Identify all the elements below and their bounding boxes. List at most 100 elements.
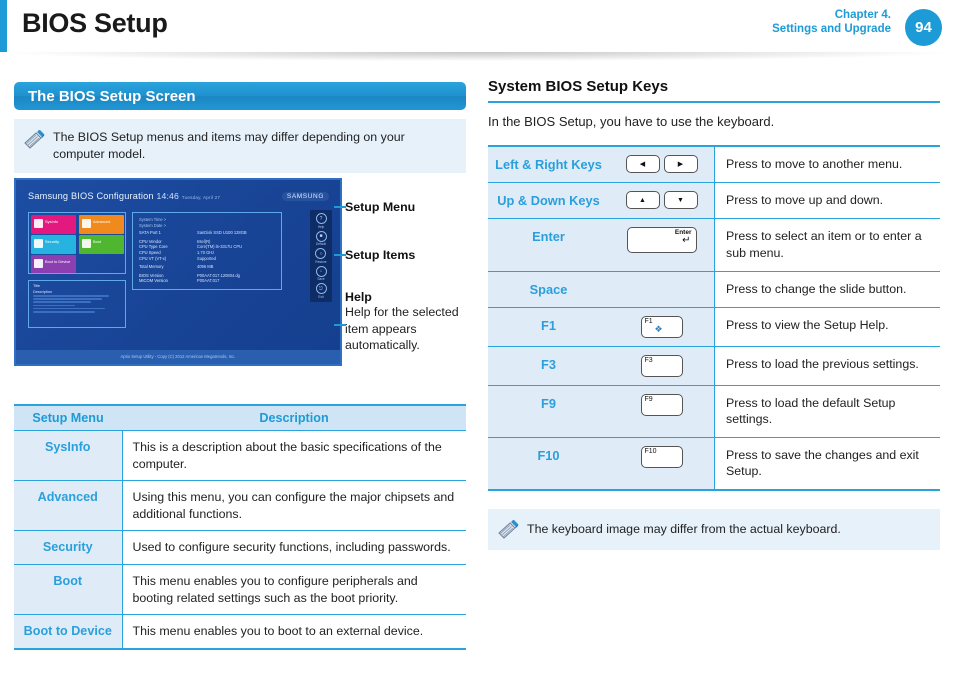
page-header: BIOS Setup Chapter 4. Settings and Upgra… [0,0,954,61]
bios-tile-advanced[interactable]: Advanced [79,215,124,234]
wrench-icon [82,219,91,228]
bios-rail-label: Restore [315,259,327,264]
bios-date: Tuesday, April 27 [181,195,221,200]
setup-menu-description: Used to configure security functions, in… [121,530,466,565]
callout-title: Setup Menu [345,200,416,214]
callout-setup-menu: Setup Menu [334,198,416,216]
bios-tile-security[interactable]: Security [31,235,76,254]
key-description: Press to move to another menu. [714,146,940,184]
key-name: F1 [488,307,609,347]
callout-title: Setup Items [345,248,416,262]
bios-tile-boot-to-device[interactable]: Boot to Device [31,255,76,273]
f9-keycap-label: F9 [644,395,653,403]
note-box-bios-menus: The BIOS Setup menus and items may diffe… [14,119,466,173]
key-description: Press to save the changes and exit Setup… [714,437,940,490]
table-row: F10 F10 Press to save the changes and ex… [488,437,940,490]
table-row: F3 F3 Press to load the previous setting… [488,346,940,386]
note-text: The BIOS Setup menus and items may diffe… [53,130,405,161]
bios-info-row: Total Memory 4096 MB [139,264,275,270]
bios-info-row: CPU VT (VT-x) Supported [139,256,275,262]
bios-tile-label: SysInfo [45,219,58,224]
key-description: Press to load the default Setup settings… [714,385,940,438]
bios-rail-restore[interactable]: ○ Restore [315,248,327,264]
key-name: F10 [488,437,609,490]
right-section-intro: In the BIOS Setup, you have to use the k… [488,114,775,130]
disc-icon [82,239,91,248]
key-name: Up & Down Keys [488,182,609,220]
bios-rail-label: Help [317,224,325,229]
table-row: Security Used to configure security func… [14,530,466,565]
table-row: Up & Down Keys ▲ ▼ Press to move up and d… [488,182,940,220]
bios-screen: Samsung BIOS Configuration 14:46 Tuesday… [14,178,342,366]
bios-help-title: Title [33,284,41,288]
page-number-badge: 94 [905,9,942,46]
header-chapter-block: Chapter 4. Settings and Upgrade [772,8,891,36]
callout-help: Help Help for the selected item appears … [334,290,463,354]
setup-menu-description: This menu enables you to boot to an exte… [121,614,466,649]
key-image [609,271,715,308]
bios-rail-label: Default [315,242,327,247]
key-description: Press to change the slide button. [714,271,940,308]
setup-menu-description: Using this menu, you can configure the m… [121,480,466,532]
bios-rail-default[interactable]: ■ Default [315,230,327,247]
bios-info-value: 4096 MB [197,264,214,270]
setup-menu-name: Advanced [14,480,122,532]
bios-info-key: System Date > [139,222,166,228]
help-icon: ? [315,213,327,225]
bios-rail-help[interactable]: ? Help [315,213,327,229]
bios-rail-exit[interactable]: ⎋ Exit [315,283,327,299]
key-name: F9 [488,385,609,438]
bios-rail-save[interactable]: ↓ Save [315,265,327,281]
right-section-title: System BIOS Setup Keys [488,78,669,95]
bios-help-desc: Description [33,289,52,294]
callout-title: Help [345,290,372,304]
key-image: ▲ ▼ [609,182,715,220]
bios-tile-boot[interactable]: Boot [79,235,124,254]
setup-menu-name: SysInfo [14,430,122,482]
callout-body: Help for the selected item appears autom… [345,305,459,352]
table-row: Left & Right Keys ◀ ▶ Press to move to an… [488,146,940,184]
bios-info-key: MICOM Version [139,278,168,284]
f1-keycap-label: F1 [644,317,653,325]
bios-info-row: MICOM Version P00AAT.017 [139,278,275,284]
bios-keys-table: Left & Right Keys ◀ ▶ Press to move to an… [488,145,940,491]
table-header-row: Setup Menu Description [14,405,466,431]
table-row: Advanced Using this menu, you can config… [14,480,466,532]
setup-menu-name: Boot to Device [14,614,122,649]
bios-footer-text: Aptio Setup Utility - Copy (C) 2012 Amer… [120,354,236,359]
arrow-right-keycap: ▶ [663,155,698,174]
bios-info-row: SATA Port 1 SanDisk SSD U100 128GB [139,230,275,236]
setup-menu-description: This is a description about the basic sp… [121,430,466,482]
bios-action-rail: ? Help ■ Default ○ Restore ↓ Save ⎋ Exit [310,210,332,302]
key-image: F3 [609,346,715,386]
key-description: Press to move up and down. [714,182,940,220]
arrow-down-keycap: ▼ [663,191,698,210]
column-header-setup-menu: Setup Menu [14,405,122,431]
bios-rail-label: Exit [318,294,324,299]
bios-info-row: System Date > [139,223,275,229]
key-description: Press to select an item or to enter a su… [714,218,940,272]
bios-title-text: Samsung BIOS Configuration [28,191,154,201]
bios-setup-menu-tiles: SysInfo Advanced Security Boot Boot to D… [28,212,126,274]
callout-setup-items: Setup Items [334,246,416,264]
bios-tile-sysinfo[interactable]: SysInfo [31,215,76,234]
section-title-label: The BIOS Setup Screen [28,87,196,105]
home-icon [34,219,43,228]
default-icon: ■ [315,230,327,242]
note-text: The keyboard image may differ from the a… [527,521,841,536]
f10-keycap-label: F10 [644,447,657,455]
table-row: SysInfo This is a description about the … [14,430,466,482]
bios-info-value: SanDisk SSD U100 128GB [197,230,247,236]
bios-info-key: Total Memory [139,264,164,270]
key-name: Left & Right Keys [488,146,609,184]
help-glyph-icon: ❖ [654,323,663,334]
restore-icon: ○ [315,248,327,260]
table-row: Enter Enter ↵ Press to select an item or… [488,218,940,272]
bios-tile-label: Security [45,239,60,244]
setup-menu-name: Boot [14,564,122,616]
bios-screen-title: Samsung BIOS Configuration 14:46 Tuesday… [28,191,220,201]
key-name: Space [488,271,609,308]
f1-keycap: F1 ❖ [640,315,683,338]
key-image: F10 [609,437,715,490]
f10-keycap: F10 [640,445,683,468]
